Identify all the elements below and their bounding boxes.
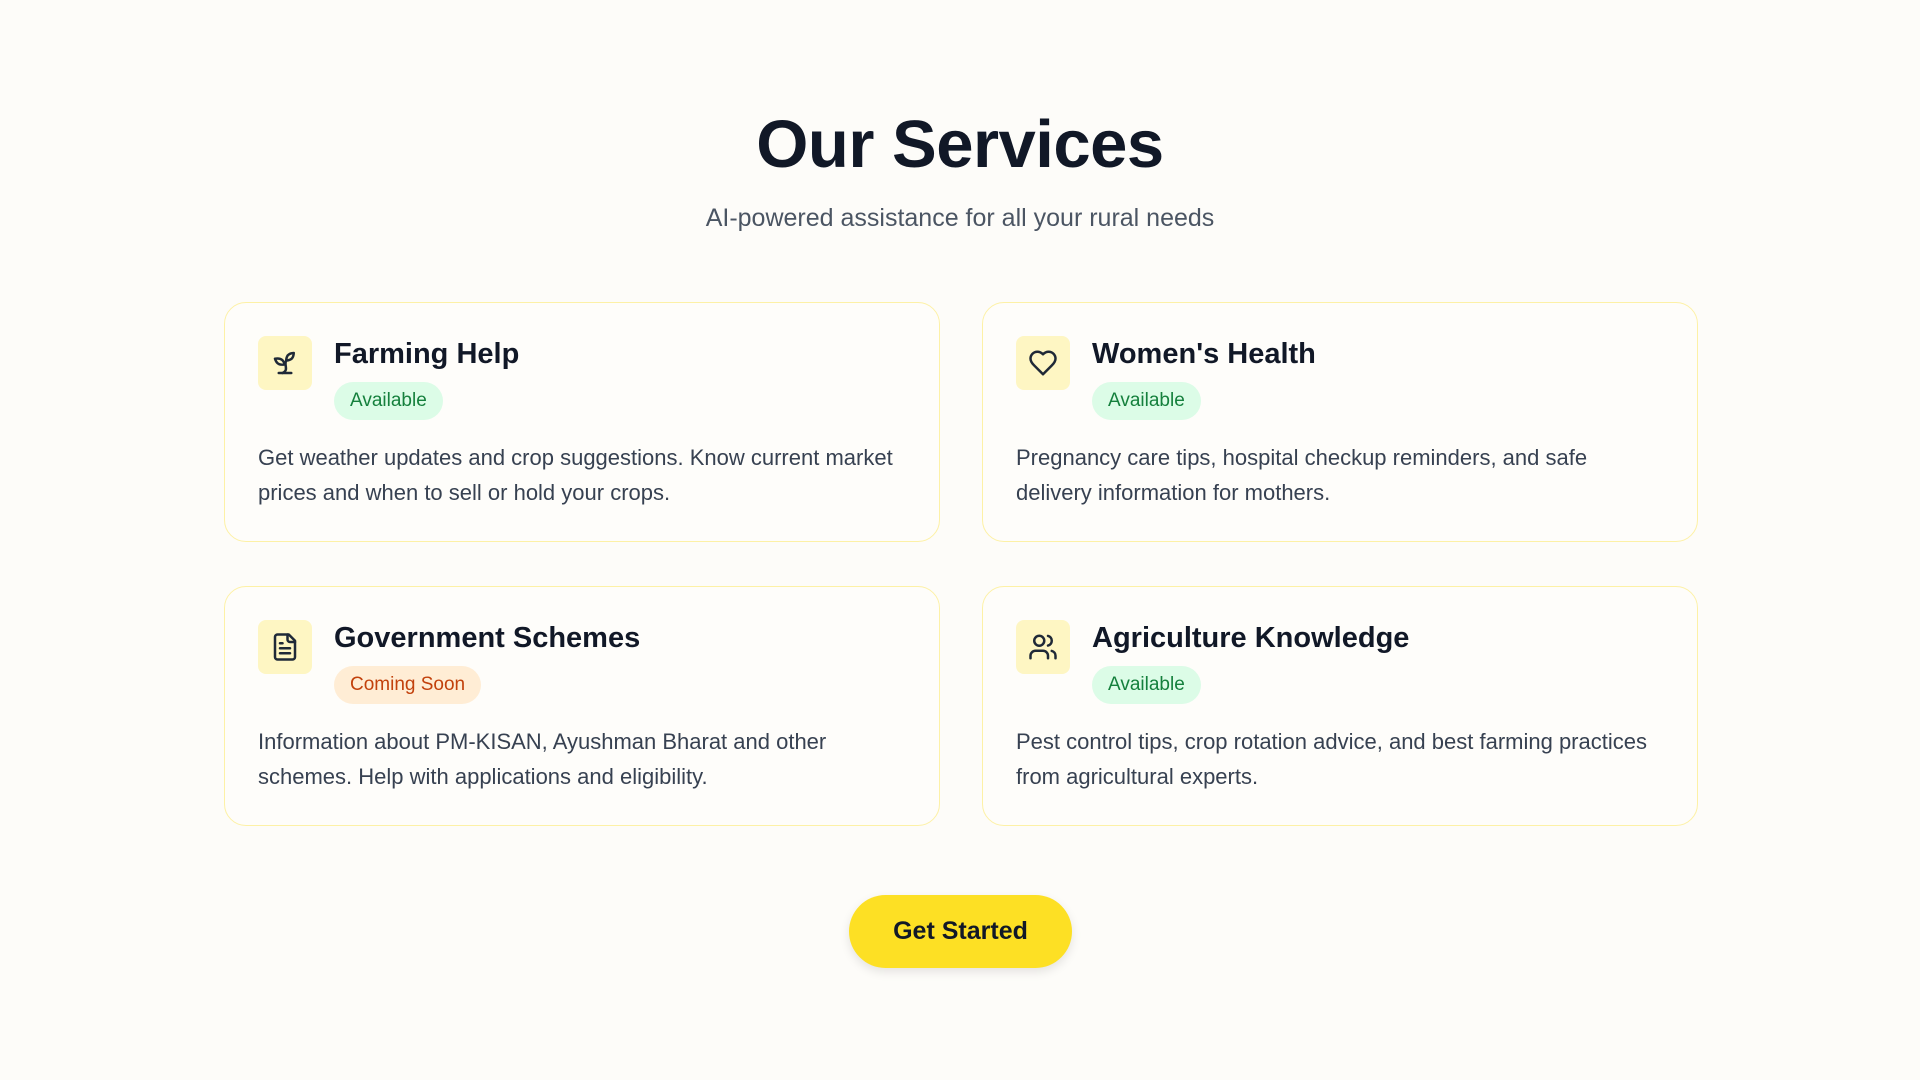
document-icon: [258, 620, 312, 674]
service-title: Agriculture Knowledge: [1092, 622, 1410, 654]
service-title: Government Schemes: [334, 622, 641, 654]
page-title: Our Services: [756, 107, 1164, 182]
service-card-womens-health[interactable]: Women's Health Available Pregnancy care …: [982, 302, 1698, 542]
service-description: Information about PM-KISAN, Ayushman Bha…: [258, 729, 827, 789]
page-subtitle: AI-powered assistance for all your rural…: [705, 204, 1215, 232]
status-badge: Available: [1092, 666, 1201, 704]
users-icon: [1016, 620, 1070, 674]
status-badge: Coming Soon: [334, 666, 482, 704]
service-description: Pest control tips, crop rotation advice,…: [1016, 729, 1647, 789]
status-badge: Available: [334, 382, 443, 420]
service-title: Women's Health: [1092, 338, 1316, 370]
get-started-button[interactable]: Get Started: [849, 895, 1072, 968]
service-description: Get weather updates and crop suggestions…: [258, 445, 893, 505]
heart-icon: [1016, 336, 1070, 390]
sprout-icon: [258, 336, 312, 390]
service-card-farming-help[interactable]: Farming Help Available Get weather updat…: [224, 302, 940, 542]
service-description: Pregnancy care tips, hospital checkup re…: [1016, 445, 1588, 505]
service-card-agriculture-knowledge[interactable]: Agriculture Knowledge Available Pest con…: [982, 586, 1698, 826]
services-page: Our Services AI-powered assistance for a…: [0, 0, 1920, 1080]
service-card-government-schemes[interactable]: Government Schemes Coming Soon Informati…: [224, 586, 940, 826]
services-grid: Farming Help Available Get weather updat…: [224, 302, 1698, 826]
service-title: Farming Help: [334, 338, 520, 370]
status-badge: Available: [1092, 382, 1201, 420]
